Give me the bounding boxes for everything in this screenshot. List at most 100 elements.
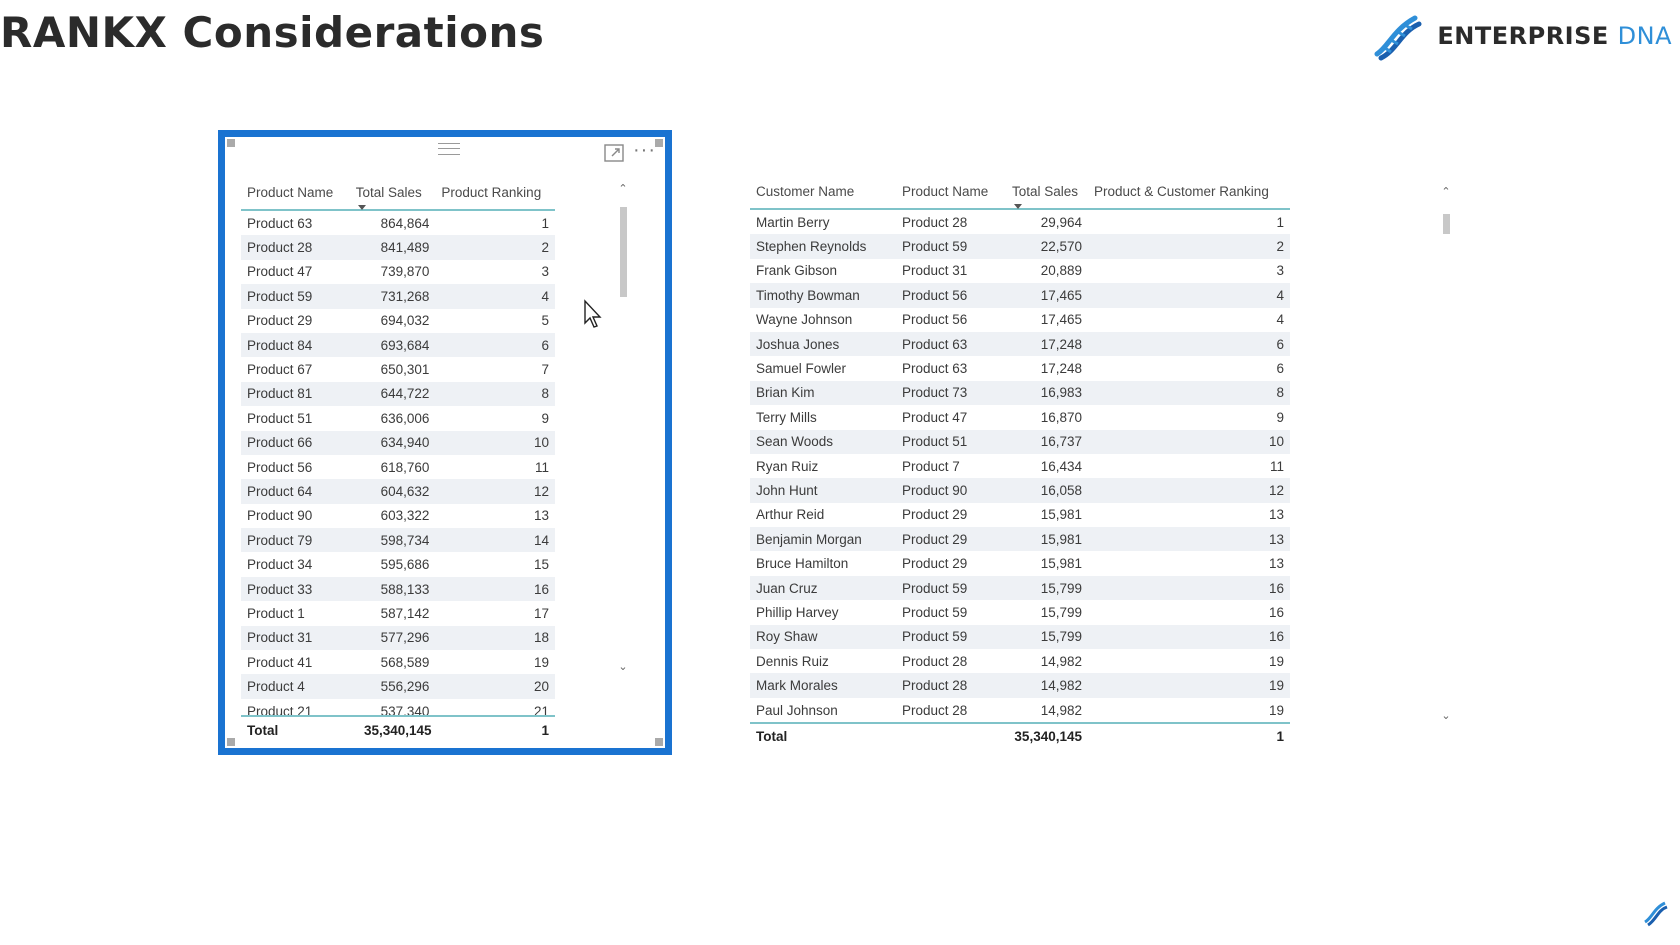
product-table-total: Total 35,340,145 1 bbox=[241, 715, 555, 743]
table-row[interactable]: Bruce Hamilton Product 29 15,981 13 bbox=[750, 551, 1290, 575]
table-cell: 13 bbox=[1268, 556, 1284, 572]
scrollbar-thumb[interactable] bbox=[1443, 214, 1450, 234]
customer-ranking-visual[interactable]: Customer Name Product Name Total Sales P… bbox=[750, 174, 1290, 749]
table-row[interactable]: Product 51 636,006 9 bbox=[241, 406, 555, 430]
table-row[interactable]: Martin Berry Product 28 29,964 1 bbox=[750, 209, 1290, 234]
table-row[interactable]: Product 41 568,589 19 bbox=[241, 650, 555, 674]
table-row[interactable]: Terry Mills Product 47 16,870 9 bbox=[750, 405, 1290, 429]
table-row[interactable]: Product 64 604,632 12 bbox=[241, 479, 555, 504]
table-row[interactable]: Samuel Fowler Product 63 17,248 6 bbox=[750, 356, 1290, 380]
product-table-body-viewport[interactable]: Product Name Total Sales Product Ranking… bbox=[241, 175, 555, 715]
table-row[interactable]: Product 81 644,722 8 bbox=[241, 381, 555, 407]
table-cell: Product 63 bbox=[896, 331, 1006, 357]
table-cell: 12 bbox=[1088, 478, 1290, 503]
resize-corner-top-left[interactable] bbox=[227, 139, 235, 147]
table-row[interactable]: Product 47 739,870 3 bbox=[241, 260, 555, 284]
table-row[interactable]: Roy Shaw Product 59 15,799 16 bbox=[750, 624, 1290, 650]
table-row[interactable]: Wayne Johnson Product 56 17,465 4 bbox=[750, 308, 1290, 332]
table-cell: 16,058 bbox=[1006, 478, 1088, 503]
table-cell: 19 bbox=[533, 654, 549, 670]
table-cell: 603,322 bbox=[380, 508, 430, 524]
table-cell: 15,799 bbox=[1040, 604, 1082, 620]
table-cell: Wayne Johnson bbox=[756, 312, 853, 328]
table-row[interactable]: Arthur Reid Product 29 15,981 13 bbox=[750, 503, 1290, 527]
table-row[interactable]: Product 4 556,296 20 bbox=[241, 674, 555, 699]
table-row[interactable]: Paul Johnson Product 28 14,982 19 bbox=[750, 698, 1290, 723]
table-row[interactable]: Ryan Ruiz Product 7 16,434 11 bbox=[750, 454, 1290, 478]
table-row[interactable]: Product 28 841,489 2 bbox=[241, 235, 555, 260]
drag-handle-icon[interactable] bbox=[438, 143, 460, 155]
table-row[interactable]: Product 56 618,760 11 bbox=[241, 455, 555, 479]
table-row[interactable]: Product 31 577,296 18 bbox=[241, 625, 555, 651]
table-cell: Product 59 bbox=[902, 604, 968, 620]
table-cell: 537,340 bbox=[380, 703, 430, 716]
scroll-down-icon[interactable]: ⌄ bbox=[1440, 710, 1452, 722]
table-row[interactable]: Phillip Harvey Product 59 15,799 16 bbox=[750, 600, 1290, 624]
table-cell: Roy Shaw bbox=[750, 624, 896, 650]
table-cell: 731,268 bbox=[349, 284, 436, 309]
table-cell: 14,982 bbox=[1040, 653, 1082, 669]
column-header-customer-name[interactable]: Customer Name bbox=[750, 174, 896, 209]
column-header-product-customer-ranking[interactable]: Product & Customer Ranking bbox=[1088, 174, 1290, 209]
table-row[interactable]: Product 79 598,734 14 bbox=[241, 528, 555, 553]
table-cell: 1 bbox=[541, 215, 549, 231]
table-row[interactable]: Frank Gibson Product 31 20,889 3 bbox=[750, 259, 1290, 283]
table-cell: 17,465 bbox=[1006, 283, 1088, 308]
table-cell: 15,981 bbox=[1040, 507, 1082, 523]
table-cell: 13 bbox=[533, 508, 549, 524]
table-cell: 11 bbox=[1269, 458, 1284, 474]
resize-corner-bottom-left[interactable] bbox=[227, 738, 235, 746]
table-row[interactable]: Product 29 694,032 5 bbox=[241, 309, 555, 333]
table-cell: 9 bbox=[1276, 409, 1284, 425]
table-row[interactable]: Stephen Reynolds Product 59 22,570 2 bbox=[750, 234, 1290, 259]
table-cell: 17 bbox=[533, 605, 549, 621]
resize-corner-bottom-right[interactable] bbox=[655, 738, 663, 746]
table-cell: 13 bbox=[1088, 527, 1290, 552]
scrollbar-thumb[interactable] bbox=[620, 207, 627, 297]
scroll-up-icon[interactable]: ⌃ bbox=[1440, 186, 1452, 198]
table-row[interactable]: Sean Woods Product 51 16,737 10 bbox=[750, 429, 1290, 454]
customer-table-scrollbar[interactable]: ⌃ ⌄ bbox=[1440, 186, 1452, 726]
table-cell: 15,799 bbox=[1006, 575, 1088, 601]
table-cell: Product 51 bbox=[247, 410, 313, 426]
table-row[interactable]: Brian Kim Product 73 16,983 8 bbox=[750, 380, 1290, 406]
table-row[interactable]: Product 33 588,133 16 bbox=[241, 576, 555, 602]
scroll-up-icon[interactable]: ⌃ bbox=[617, 183, 629, 195]
column-header-total-sales[interactable]: Total Sales bbox=[350, 175, 436, 210]
product-table-scrollbar[interactable]: ⌃ ⌄ bbox=[617, 183, 629, 673]
table-row[interactable]: Product 66 634,940 10 bbox=[241, 430, 555, 455]
table-row[interactable]: John Hunt Product 90 16,058 12 bbox=[750, 478, 1290, 503]
resize-corner-top-right[interactable] bbox=[655, 139, 663, 147]
table-row[interactable]: Product 90 603,322 13 bbox=[241, 504, 555, 528]
total-row: Total 35,340,145 1 bbox=[750, 723, 1290, 748]
table-cell: 15,981 bbox=[1006, 527, 1088, 552]
table-row[interactable]: Dennis Ruiz Product 28 14,982 19 bbox=[750, 649, 1290, 673]
table-row[interactable]: Product 63 864,864 1 bbox=[241, 210, 555, 235]
table-row[interactable]: Joshua Jones Product 63 17,248 6 bbox=[750, 331, 1290, 357]
column-header-product-name[interactable]: Product Name bbox=[896, 174, 1006, 209]
table-cell: 841,489 bbox=[349, 235, 436, 260]
table-cell: 568,589 bbox=[380, 654, 430, 670]
table-row[interactable]: Product 59 731,268 4 bbox=[241, 284, 555, 309]
table-row[interactable]: Product 67 650,301 7 bbox=[241, 357, 555, 381]
table-row[interactable]: Product 34 595,686 15 bbox=[241, 552, 555, 576]
focus-mode-icon[interactable] bbox=[603, 143, 625, 163]
column-header-product-ranking[interactable]: Product Ranking bbox=[435, 175, 555, 210]
scroll-down-icon[interactable]: ⌄ bbox=[617, 661, 629, 673]
table-row[interactable]: Product 84 693,684 6 bbox=[241, 332, 555, 358]
product-ranking-visual[interactable]: ··· Product Name Total Sales Product Ran… bbox=[218, 130, 672, 755]
table-row[interactable]: Juan Cruz Product 59 15,799 16 bbox=[750, 575, 1290, 601]
table-cell: Product 29 bbox=[896, 527, 1006, 552]
table-cell: Product 41 bbox=[247, 654, 313, 670]
table-cell: 644,722 bbox=[349, 381, 436, 407]
table-cell: 22,570 bbox=[1006, 234, 1088, 259]
table-row[interactable]: Benjamin Morgan Product 29 15,981 13 bbox=[750, 527, 1290, 552]
column-header-product-name[interactable]: Product Name bbox=[241, 175, 350, 210]
table-header-row: Product Name Total Sales Product Ranking bbox=[241, 175, 555, 210]
table-row[interactable]: Product 21 537,340 21 bbox=[241, 699, 555, 716]
column-header-total-sales[interactable]: Total Sales bbox=[1006, 174, 1088, 209]
table-row[interactable]: Timothy Bowman Product 56 17,465 4 bbox=[750, 283, 1290, 308]
table-cell: 16 bbox=[1088, 575, 1290, 601]
table-row[interactable]: Product 1 587,142 17 bbox=[241, 601, 555, 625]
table-row[interactable]: Mark Morales Product 28 14,982 19 bbox=[750, 673, 1290, 698]
